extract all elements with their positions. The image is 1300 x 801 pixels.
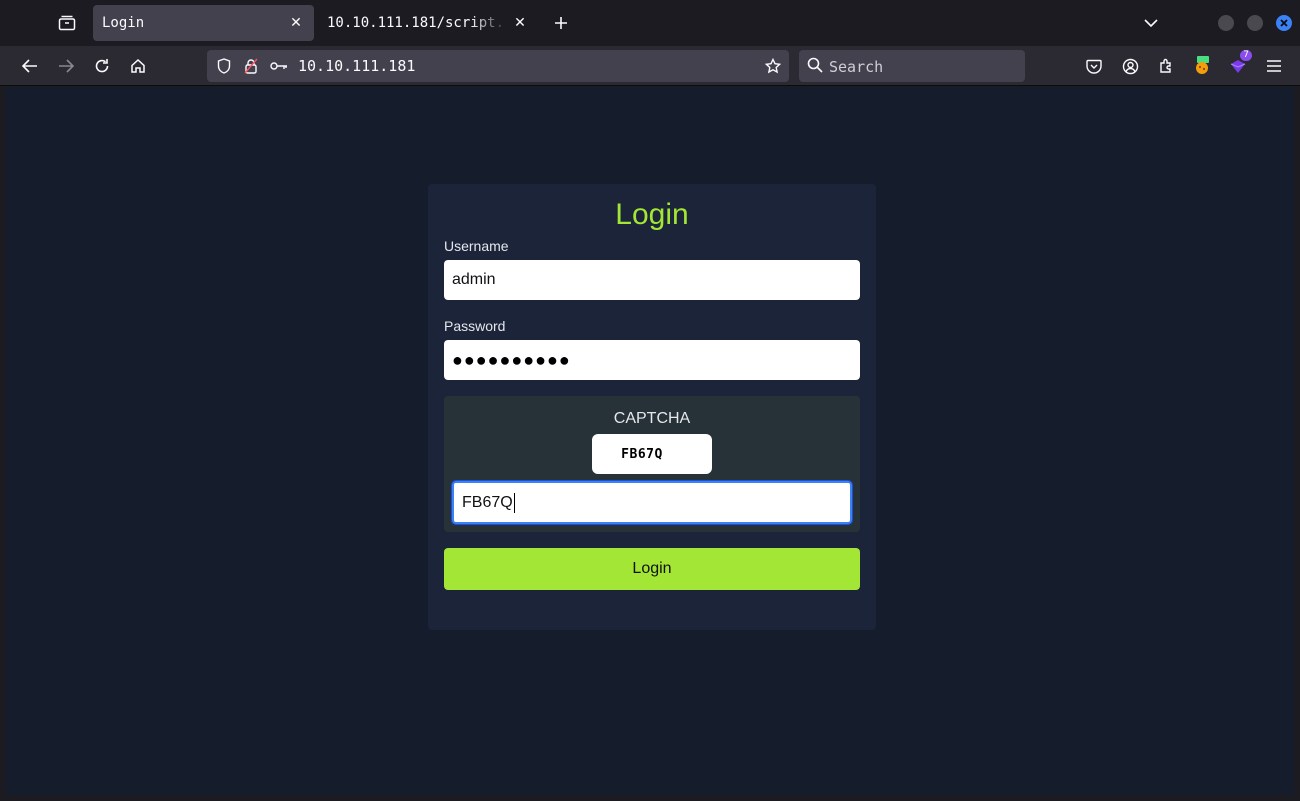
- url-bar[interactable]: 10.10.111.181: [207, 50, 789, 82]
- captcha-image: FB67Q: [592, 434, 712, 474]
- home-icon[interactable]: [124, 52, 152, 80]
- account-icon[interactable]: [1116, 52, 1144, 80]
- password-field[interactable]: ●●●●●●●●●●: [444, 340, 860, 380]
- insecure-lock-icon[interactable]: [241, 56, 261, 76]
- text-caret: [513, 492, 515, 513]
- plus-icon[interactable]: [548, 10, 574, 36]
- search-placeholder: Search: [829, 58, 884, 76]
- key-icon[interactable]: [269, 56, 289, 76]
- captcha-field[interactable]: FB67Q: [451, 480, 853, 525]
- tab-overview-icon[interactable]: [52, 8, 82, 38]
- password-value: ●●●●●●●●●●: [452, 349, 571, 370]
- captcha-input-value: FB67Q: [462, 493, 513, 511]
- maximize-button[interactable]: [1247, 15, 1263, 31]
- chevron-down-icon[interactable]: [1138, 10, 1164, 36]
- browser-window: Login ✕ 10.10.111.181/script. ✕ 10.10.11…: [0, 0, 1300, 801]
- extension-badge: 7: [1240, 50, 1252, 61]
- username-label: Username: [444, 238, 509, 254]
- navigation-toolbar: 10.10.111.181 Search 7: [0, 46, 1300, 86]
- window-close-button[interactable]: [1276, 15, 1292, 31]
- search-icon: [807, 57, 825, 75]
- url-text[interactable]: 10.10.111.181: [298, 57, 415, 75]
- password-label: Password: [444, 318, 506, 334]
- foxyproxy-extension-icon[interactable]: 7: [1224, 50, 1252, 80]
- login-button[interactable]: Login: [444, 548, 860, 590]
- tab-title: Login: [102, 15, 145, 31]
- extensions-icon[interactable]: [1152, 52, 1180, 80]
- captcha-code: FB67Q: [621, 446, 663, 462]
- captcha-panel: CAPTCHA FB67Q FB67Q: [444, 396, 860, 532]
- login-card: Login Username admin Password ●●●●●●●●●●…: [428, 184, 876, 630]
- username-field[interactable]: admin: [444, 260, 860, 300]
- search-bar[interactable]: Search: [799, 50, 1025, 82]
- star-icon[interactable]: [763, 56, 783, 76]
- minimize-button[interactable]: [1218, 15, 1234, 31]
- tab-login[interactable]: Login ✕: [93, 5, 314, 41]
- pocket-icon[interactable]: [1080, 52, 1108, 80]
- username-value: admin: [452, 271, 496, 288]
- tab-title: 10.10.111.181/script.: [327, 15, 505, 31]
- forward-icon[interactable]: [52, 52, 80, 80]
- tab-strip: Login ✕ 10.10.111.181/script. ✕: [0, 0, 1300, 46]
- page-content: Login Username admin Password ●●●●●●●●●●…: [6, 87, 1294, 795]
- page-title: Login: [615, 198, 689, 231]
- tab-script[interactable]: 10.10.111.181/script. ✕: [318, 5, 538, 41]
- close-icon[interactable]: ✕: [284, 11, 308, 35]
- close-icon[interactable]: ✕: [508, 11, 532, 35]
- reload-icon[interactable]: [88, 52, 116, 80]
- cookie-editor-extension-icon[interactable]: [1188, 52, 1216, 80]
- shield-icon[interactable]: [214, 56, 234, 76]
- captcha-heading: CAPTCHA: [613, 410, 691, 427]
- menu-icon[interactable]: [1260, 52, 1288, 80]
- back-icon[interactable]: [16, 52, 44, 80]
